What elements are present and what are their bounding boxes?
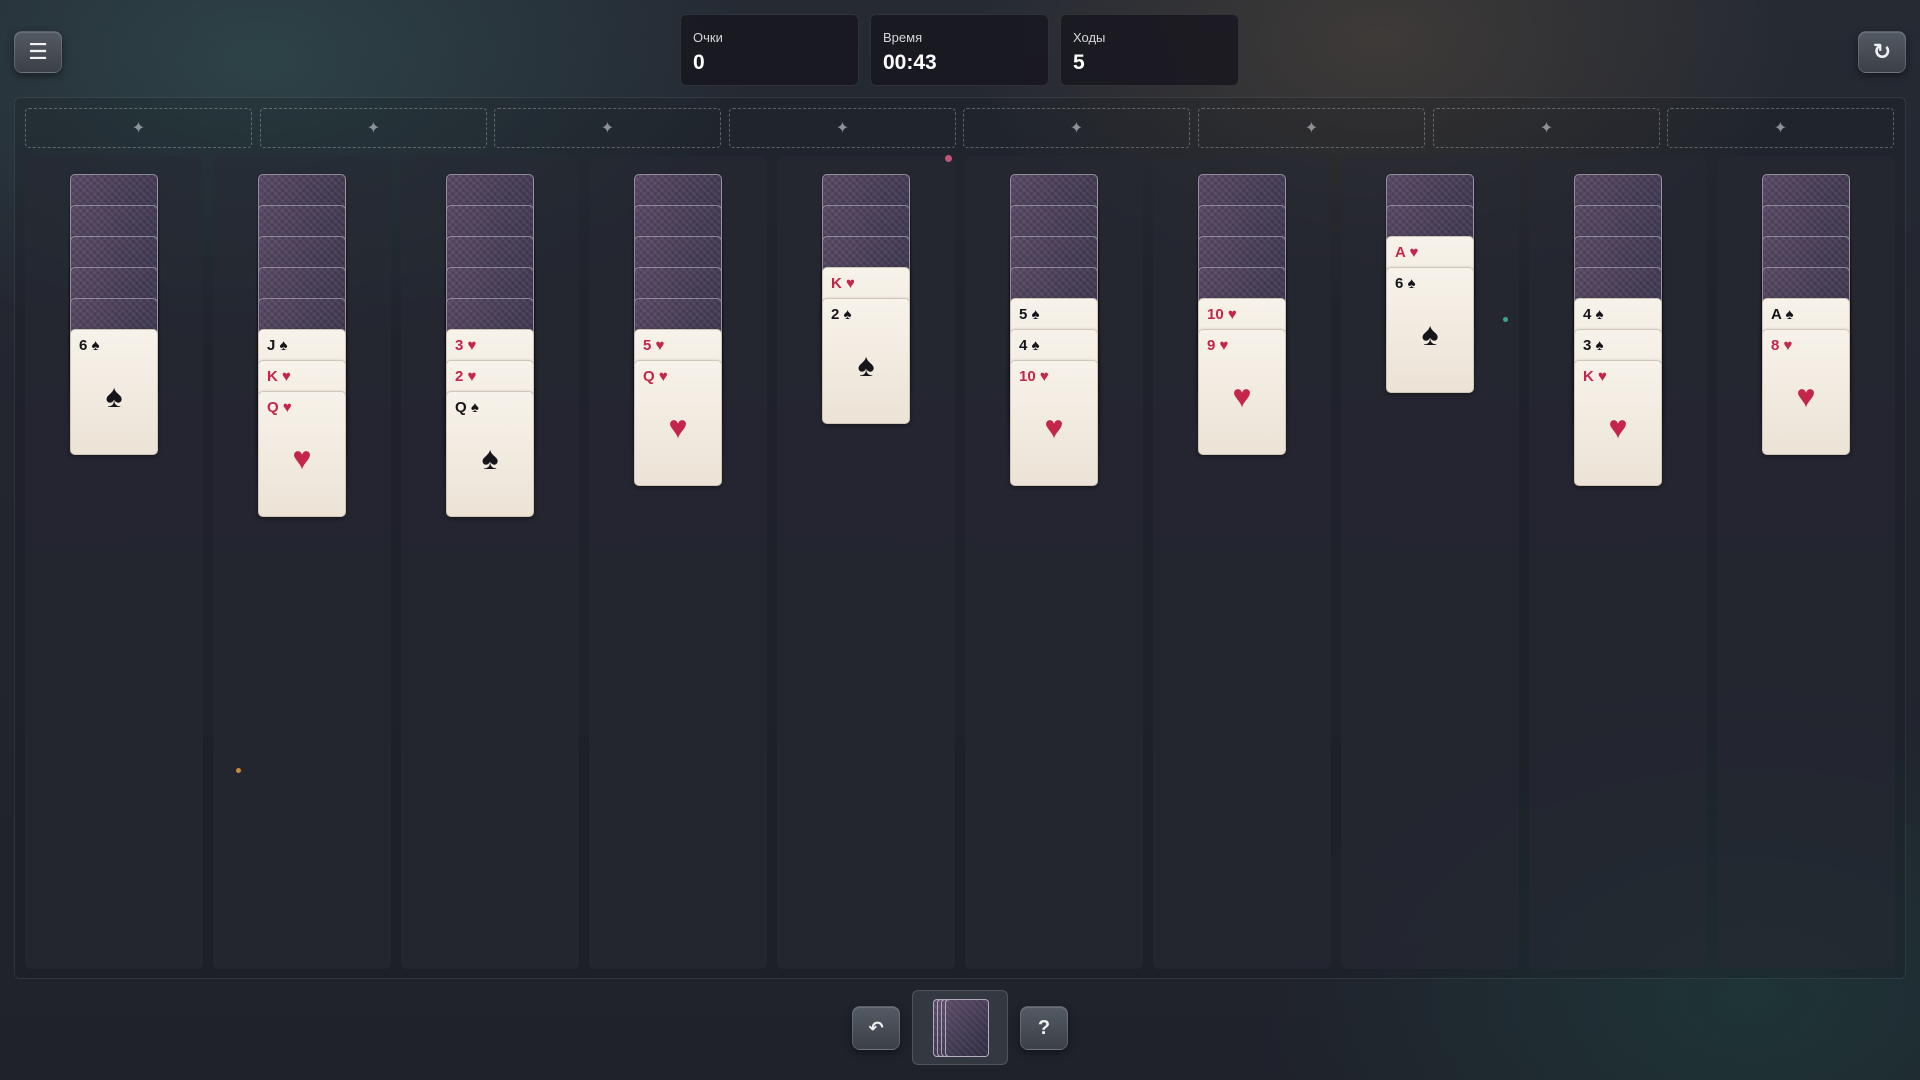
playing-card[interactable]: 10 ♥ ♥	[1010, 360, 1098, 486]
moves-label: Ходы	[1073, 30, 1106, 45]
menu-button[interactable]: ☰	[14, 31, 62, 73]
card-rank: 4 ♠	[1583, 306, 1604, 323]
heart-icon: ♥	[668, 409, 688, 445]
score-label: Очки	[693, 30, 723, 45]
spade-icon: ♠	[857, 347, 875, 383]
foundation-slot[interactable]: ✦	[1433, 108, 1660, 148]
spade-icon: ♠	[481, 440, 499, 476]
playing-card[interactable]: Q ♠ ♠	[446, 391, 534, 517]
playing-card[interactable]: 8 ♥ ♥	[1762, 329, 1850, 455]
foundation-slot[interactable]: ✦	[1198, 108, 1425, 148]
card-rank: 2 ♠	[831, 306, 852, 323]
menu-icon: ☰	[28, 39, 48, 64]
heart-icon: ♥	[1044, 409, 1064, 445]
foundation-slot[interactable]: ✦	[25, 108, 252, 148]
restart-button[interactable]: ↻	[1858, 31, 1906, 73]
restart-icon: ↻	[1872, 39, 1892, 64]
time-panel: Время 00:43	[870, 14, 1049, 86]
card-rank: Q ♠	[455, 399, 479, 416]
time-label: Время	[883, 30, 923, 45]
playing-card[interactable]: 6 ♠ ♠	[70, 329, 158, 455]
card-rank: 10 ♥	[1207, 306, 1237, 323]
card-rank: 6 ♠	[1395, 275, 1416, 292]
sparkle-particle	[945, 155, 952, 162]
spade-icon: ♠	[105, 378, 123, 414]
card-rank: A ♥	[1395, 244, 1419, 261]
foundation-slot[interactable]: ✦	[1667, 108, 1894, 148]
foundation-placeholder-icon: ✦	[1539, 120, 1554, 137]
playing-card[interactable]: Q ♥ ♥	[634, 360, 722, 486]
card-rank: K ♥	[1583, 368, 1607, 385]
card-rank: A ♠	[1771, 306, 1794, 323]
card-rank: K ♥	[267, 368, 291, 385]
foundation-slot[interactable]: ✦	[729, 108, 956, 148]
heart-icon: ♥	[1796, 378, 1816, 414]
heart-icon: ♥	[1232, 378, 1252, 414]
playing-card[interactable]: K ♥ ♥	[1574, 360, 1662, 486]
card-rank: 3 ♠	[1583, 337, 1604, 354]
stock-card	[945, 999, 989, 1057]
moves-value: 5	[1073, 51, 1085, 74]
foundation-slot[interactable]: ✦	[494, 108, 721, 148]
card-rank: Q ♥	[643, 368, 668, 385]
foundation-placeholder-icon: ✦	[1304, 120, 1319, 137]
heart-icon: ♥	[292, 440, 312, 476]
heart-icon: ♥	[1608, 409, 1628, 445]
foundation-slot[interactable]: ✦	[260, 108, 487, 148]
undo-icon: ↶	[868, 1018, 884, 1038]
playing-card[interactable]: 6 ♠ ♠	[1386, 267, 1474, 393]
card-rank: 3 ♥	[455, 337, 477, 354]
card-rank: 4 ♠	[1019, 337, 1040, 354]
card-rank: Q ♥	[267, 399, 292, 416]
help-label: ?	[1037, 1017, 1051, 1039]
time-value: 00:43	[883, 51, 937, 74]
foundation-placeholder-icon: ✦	[366, 120, 381, 137]
help-button[interactable]: ?	[1020, 1006, 1068, 1050]
moves-panel: Ходы 5	[1060, 14, 1239, 86]
score-value: 0	[693, 51, 705, 74]
card-rank: 8 ♥	[1771, 337, 1793, 354]
playing-card[interactable]: 2 ♠ ♠	[822, 298, 910, 424]
foundation-placeholder-icon: ✦	[1069, 120, 1084, 137]
card-rank: 6 ♠	[79, 337, 100, 354]
sparkle-particle	[1503, 317, 1508, 322]
spade-icon: ♠	[1421, 316, 1439, 352]
foundation-placeholder-icon: ✦	[600, 120, 615, 137]
card-rank: K ♥	[831, 275, 855, 292]
foundation-slot[interactable]: ✦	[963, 108, 1190, 148]
foundation-placeholder-icon: ✦	[835, 120, 850, 137]
playing-card[interactable]: 9 ♥ ♥	[1198, 329, 1286, 455]
card-rank: 9 ♥	[1207, 337, 1229, 354]
card-rank: 5 ♥	[643, 337, 665, 354]
score-panel: Очки 0	[680, 14, 859, 86]
stock-pile[interactable]	[912, 990, 1008, 1065]
card-rank: J ♠	[267, 337, 288, 354]
playing-card[interactable]: Q ♥ ♥	[258, 391, 346, 517]
foundation-placeholder-icon: ✦	[1773, 120, 1788, 137]
foundation-placeholder-icon: ✦	[131, 120, 146, 137]
sparkle-particle	[236, 768, 241, 773]
card-rank: 5 ♠	[1019, 306, 1040, 323]
card-rank: 10 ♥	[1019, 368, 1049, 385]
card-rank: 2 ♥	[455, 368, 477, 385]
undo-button[interactable]: ↶	[852, 1006, 900, 1050]
